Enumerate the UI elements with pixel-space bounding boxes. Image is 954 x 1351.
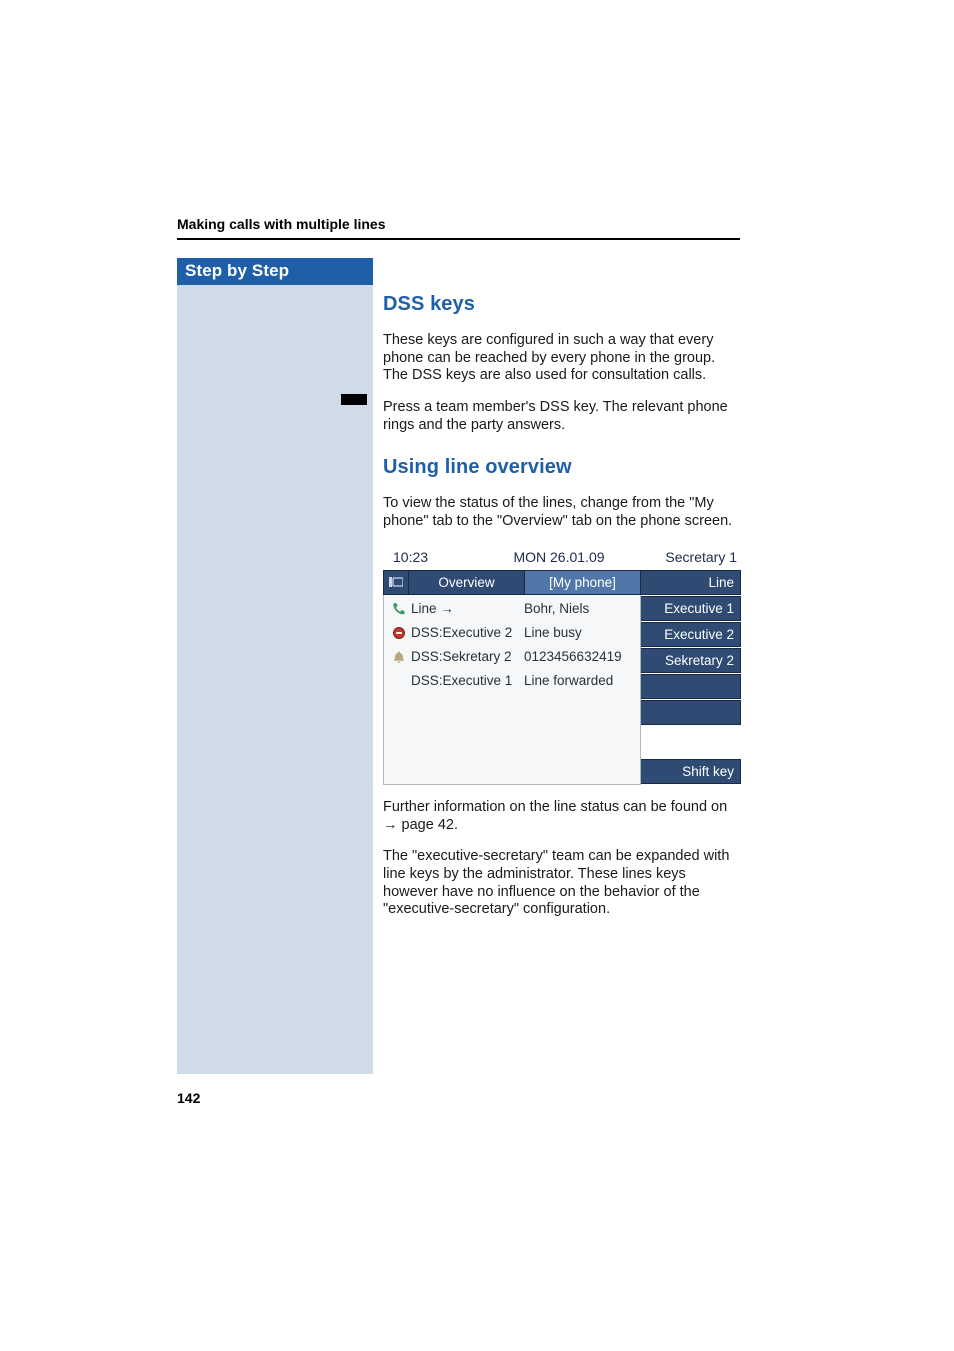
para-overview-1: To view the status of the lines, change … [383,495,743,530]
heading-line-overview: Using line overview [383,456,743,479]
busy-dot-icon [388,624,409,642]
list-row-line: Line → Bohr, Niels [384,597,640,621]
row-value: Bohr, Niels [524,601,640,616]
sidebar: Step by Step [177,258,373,1074]
row-label: DSS:Sekretary 2 [411,649,524,664]
phone-date: MON 26.01.09 [477,549,641,565]
header-rule [177,238,740,240]
row-label: DSS:Executive 2 [411,625,524,640]
phone-user: Secretary 1 [641,549,741,565]
handset-icon [388,600,409,618]
main-content: DSS keys These keys are configured in su… [383,293,743,933]
phone-left-panel: Overview [My phone] Line → Bohr, Niels [383,570,641,785]
sidekey-executive-1[interactable]: Executive 1 [641,596,741,621]
sidekey-line[interactable]: Line [641,570,741,595]
empty-icon [388,672,409,690]
para-further-info: Further information on the line status c… [383,799,743,834]
sidebar-title: Step by Step [177,258,373,285]
list-row-exec2: DSS:Executive 2 Line busy [384,621,640,645]
para-dss-2: Press a team member's DSS key. The relev… [383,399,743,434]
step-indicator-icon [341,394,367,405]
list-row-exec1: DSS:Executive 1 Line forwarded [384,669,640,693]
phone-list: Line → Bohr, Niels DSS:Executive 2 Line … [383,595,641,785]
heading-dss-keys: DSS keys [383,293,743,316]
sidekey-sekretary-2[interactable]: Sekretary 2 [641,648,741,673]
phone-time: 10:23 [383,549,477,565]
sidekey-blank-2[interactable] [641,700,741,725]
para-dss-1: These keys are configured in such a way … [383,332,743,385]
phone-header: 10:23 MON 26.01.09 Secretary 1 [383,545,741,570]
tab-my-phone[interactable]: [My phone] [525,570,641,595]
sidekey-shift[interactable]: Shift key [641,759,741,784]
row-value: Line busy [524,625,640,640]
para-exec-sec-team: The "executive-secretary" team can be ex… [383,848,743,919]
bell-icon [388,648,409,666]
row-value: Line forwarded [524,673,640,688]
phone-tabs: Overview [My phone] [383,570,641,595]
row-value: 0123456632419 [524,649,640,664]
phone-side-keys: Line Executive 1 Executive 2 Sekretary 2… [641,570,741,785]
row-label: Line → [411,601,524,616]
row-label: DSS:Executive 1 [411,673,524,688]
page-number: 142 [177,1090,200,1106]
sidekey-blank-1[interactable] [641,674,741,699]
tab-overview[interactable]: Overview [409,570,525,595]
running-header: Making calls with multiple lines [177,216,386,232]
phone-display-icon [383,570,409,595]
sidekey-executive-2[interactable]: Executive 2 [641,622,741,647]
list-row-sek2: DSS:Sekretary 2 0123456632419 [384,645,640,669]
phone-screen: 10:23 MON 26.01.09 Secretary 1 Overview [383,545,741,785]
